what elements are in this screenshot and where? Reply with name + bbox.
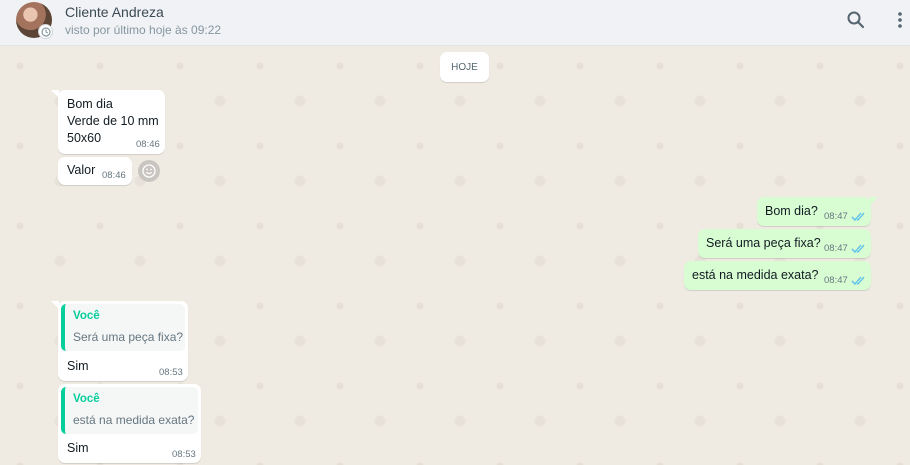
message-text: Bom dia?: [765, 204, 818, 218]
message-text: Valor: [67, 163, 96, 177]
quote-text: Será uma peça fixa?: [73, 330, 184, 344]
message-text: Sim: [67, 441, 89, 455]
bubble-tail: [870, 197, 878, 205]
timer-icon: [38, 24, 53, 39]
message-bubble-outgoing[interactable]: Será uma peça fixa? 08:47: [698, 229, 871, 258]
message-bubble-incoming[interactable]: Valor 08:46: [58, 157, 132, 185]
menu-icon[interactable]: [893, 10, 907, 35]
message-time: 08:47: [824, 211, 848, 222]
message-bubble-outgoing[interactable]: Bom dia? 08:47: [757, 197, 878, 226]
message-bubble-outgoing[interactable]: está na medida exata? 08:47: [684, 261, 871, 290]
emoji-reaction-icon[interactable]: [138, 160, 160, 182]
message-text: está na medida exata?: [692, 268, 819, 282]
message-time: 08:46: [102, 170, 126, 181]
message-time: 08:47: [824, 275, 848, 286]
bubble-tail: [51, 90, 59, 98]
read-ticks-icon: [851, 212, 865, 221]
message-text: Sim: [67, 359, 89, 373]
quoted-message[interactable]: Você Será uma peça fixa?: [61, 304, 185, 351]
search-icon[interactable]: [846, 10, 866, 35]
message-bubble-incoming[interactable]: Bom dia Verde de 10 mm 50x60 08:46: [51, 90, 165, 154]
contact-name[interactable]: Cliente Andreza: [65, 4, 164, 20]
date-chip: HOJE: [440, 52, 489, 82]
quote-text: está na medida exata?: [73, 413, 195, 427]
quoted-message[interactable]: Você está na medida exata?: [61, 387, 198, 434]
last-seen-status: visto por último hoje às 09:22: [65, 23, 222, 37]
message-time: 08:47: [824, 243, 848, 254]
bubble-tail: [51, 301, 59, 309]
read-ticks-icon: [851, 244, 865, 253]
message-time: 08:53: [172, 449, 196, 460]
contact-avatar[interactable]: [16, 2, 53, 39]
chat-header: Cliente Andreza visto por último hoje às…: [0, 0, 910, 46]
message-time: 08:46: [136, 139, 160, 150]
read-ticks-icon: [851, 276, 865, 285]
message-text: Será uma peça fixa?: [706, 236, 821, 250]
message-time: 08:53: [159, 367, 183, 378]
quote-author: Você: [73, 310, 100, 322]
message-bubble-incoming[interactable]: Você Será uma peça fixa? Sim 08:53: [51, 301, 188, 381]
quote-author: Você: [73, 393, 100, 405]
message-bubble-incoming[interactable]: Você está na medida exata? Sim 08:53: [58, 384, 201, 463]
